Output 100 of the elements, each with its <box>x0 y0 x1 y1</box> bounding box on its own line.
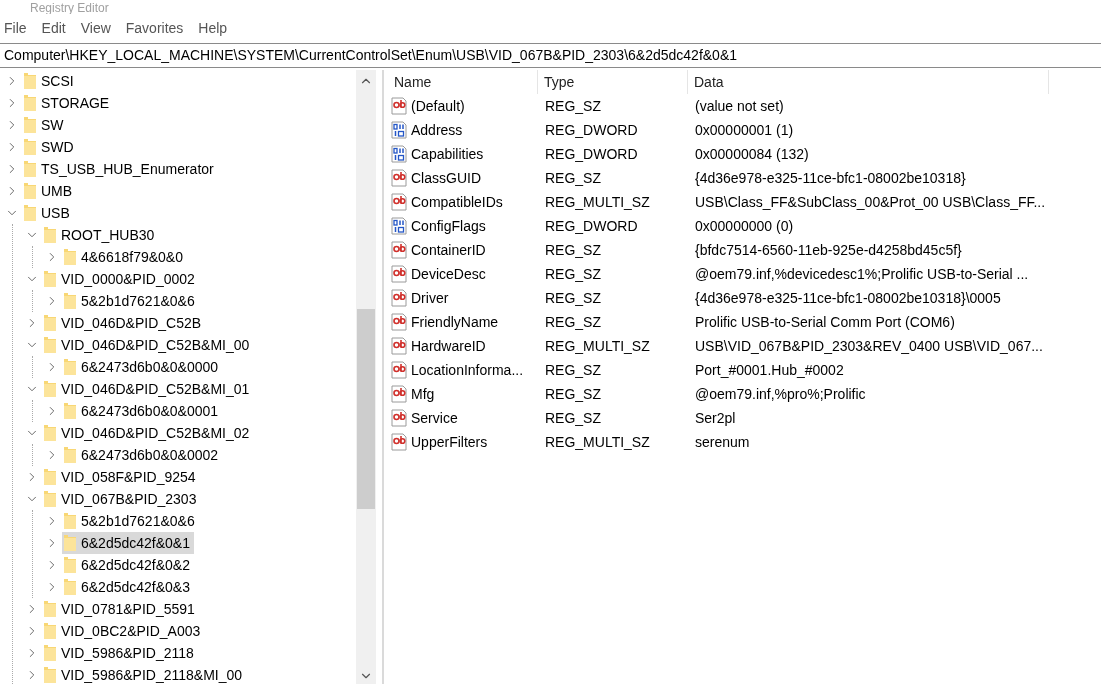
tree-item[interactable]: SCSI <box>22 70 78 92</box>
column-header[interactable]: Data <box>688 70 1049 94</box>
string-value-icon <box>390 361 408 379</box>
value-type: REG_SZ <box>544 168 602 188</box>
folder-icon <box>43 226 57 244</box>
menu-item[interactable]: File <box>4 18 27 39</box>
tree-item[interactable]: SWD <box>22 136 78 158</box>
value-data: {4d36e978-e325-11ce-bfc1-08002be10318} <box>694 168 966 188</box>
value-row[interactable]: CompatibleIDs REG_MULTI_SZ USB\Class_FF&SubClass_00&Prot_00 USB\Class_FF... <box>388 190 1101 214</box>
value-name: HardwareID <box>411 336 486 356</box>
address-bar[interactable]: Computer\HKEY_LOCAL_MACHINE\SYSTEM\CurrentControlSet\Enum\USB\VID_067B&PID_2303\6&2d5dc42f&0&1 <box>0 43 1101 68</box>
value-row[interactable]: UpperFilters REG_MULTI_SZ serenum <box>388 430 1101 454</box>
value-row[interactable]: Address REG_DWORD 0x00000001 (1) <box>388 118 1101 142</box>
tree-item[interactable]: VID_5986&PID_2118 <box>42 642 198 664</box>
menu-item[interactable]: View <box>80 18 111 39</box>
value-type: REG_SZ <box>544 288 602 308</box>
value-data: 0x00000001 (1) <box>694 120 794 140</box>
tree-item[interactable]: 6&2473d6b0&0&0002 <box>62 444 223 466</box>
folder-icon <box>43 468 57 486</box>
string-value-icon <box>390 337 408 355</box>
folder-icon <box>43 424 57 442</box>
binary-value-icon <box>390 145 408 163</box>
value-name: LocationInforma... <box>411 360 524 380</box>
tree-item[interactable]: VID_0000&PID_0002 <box>42 268 199 290</box>
value-row[interactable]: Capabilities REG_DWORD 0x00000084 (132) <box>388 142 1101 166</box>
value-type: REG_MULTI_SZ <box>544 432 651 452</box>
value-row[interactable]: HardwareID REG_MULTI_SZ USB\VID_067B&PID_2303&REV_0400 USB\VID_067... <box>388 334 1101 358</box>
folder-icon <box>43 380 57 398</box>
tree-item[interactable]: VID_067B&PID_2303 <box>42 488 201 510</box>
tree-item[interactable]: ROOT_HUB30 <box>42 224 159 246</box>
tree-item[interactable]: 6&2d5dc42f&0&2 <box>62 554 194 576</box>
value-name: DeviceDesc <box>411 264 486 284</box>
tree-item[interactable]: 5&2b1d7621&0&6 <box>62 510 199 532</box>
menu-item[interactable]: Help <box>198 18 228 39</box>
tree-item[interactable]: VID_046D&PID_C52B <box>42 312 206 334</box>
column-header[interactable]: Name <box>388 70 538 94</box>
value-row[interactable]: Driver REG_SZ {4d36e978-e325-11ce-bfc1-08002be10318}\0005 <box>388 286 1101 310</box>
folder-icon <box>63 578 77 596</box>
value-name: FriendlyName <box>411 312 499 332</box>
tree-item[interactable]: VID_046D&PID_C52B&MI_00 <box>42 334 254 356</box>
tree-item[interactable]: TS_USB_HUB_Enumerator <box>22 158 218 180</box>
folder-icon <box>63 446 77 464</box>
tree-item[interactable]: UMB <box>22 180 77 202</box>
value-row[interactable]: FriendlyName REG_SZ Prolific USB-to-Serial Comm Port (COM6) <box>388 310 1101 334</box>
value-row[interactable]: Service REG_SZ Ser2pl <box>388 406 1101 430</box>
string-value-icon <box>390 313 408 331</box>
scrollbar-thumb[interactable] <box>357 309 375 509</box>
value-row[interactable]: ClassGUID REG_SZ {4d36e978-e325-11ce-bfc1-08002be10318} <box>388 166 1101 190</box>
string-value-icon <box>390 433 408 451</box>
tree-item[interactable]: VID_0BC2&PID_A003 <box>42 620 205 642</box>
tree-item[interactable]: 6&2473d6b0&0&0000 <box>62 356 223 378</box>
folder-icon <box>23 160 37 178</box>
value-type: REG_DWORD <box>544 216 639 236</box>
folder-icon <box>23 138 37 156</box>
folder-icon <box>23 94 37 112</box>
tree-item[interactable]: VID_5986&PID_2118&MI_00 <box>42 664 247 684</box>
value-row[interactable]: DeviceDesc REG_SZ @oem79.inf,%devicedesc1%;Prolific USB-to-Serial ... <box>388 262 1101 286</box>
menu-item[interactable]: Favorites <box>125 18 184 39</box>
value-row[interactable]: ConfigFlags REG_DWORD 0x00000000 (0) <box>388 214 1101 238</box>
value-name: CompatibleIDs <box>411 192 503 212</box>
value-data: {bfdc7514-6560-11eb-925e-d4258bd45c5f} <box>694 240 962 260</box>
tree-item[interactable]: VID_046D&PID_C52B&MI_01 <box>42 378 254 400</box>
folder-icon <box>63 402 77 420</box>
folder-icon <box>63 358 77 376</box>
tree-item[interactable]: VID_046D&PID_C52B&MI_02 <box>42 422 254 444</box>
string-value-icon <box>390 289 408 307</box>
column-header[interactable]: Type <box>538 70 688 94</box>
value-type: REG_DWORD <box>544 144 639 164</box>
menu-item[interactable]: Edit <box>41 18 66 39</box>
value-type: REG_MULTI_SZ <box>544 192 651 212</box>
tree-item[interactable]: 6&2d5dc42f&0&3 <box>62 576 194 598</box>
folder-icon <box>23 72 37 90</box>
tree-item[interactable]: SW <box>22 114 68 136</box>
binary-value-icon <box>390 217 408 235</box>
value-type: REG_SZ <box>544 312 602 332</box>
tree-item[interactable]: STORAGE <box>22 92 114 114</box>
folder-icon <box>63 534 77 552</box>
tree-item[interactable]: VID_0781&PID_5591 <box>42 598 199 620</box>
value-row[interactable]: (Default) REG_SZ (value not set) <box>388 94 1101 118</box>
tree-item[interactable]: USB <box>22 202 74 224</box>
folder-icon <box>43 666 57 684</box>
scrollbar[interactable] <box>356 70 376 684</box>
value-type: REG_DWORD <box>544 120 639 140</box>
value-row[interactable]: Mfg REG_SZ @oem79.inf,%pro%;Prolific <box>388 382 1101 406</box>
tree-item[interactable]: 6&2473d6b0&0&0001 <box>62 400 223 422</box>
tree-item[interactable]: 5&2b1d7621&0&6 <box>62 290 199 312</box>
value-type: REG_SZ <box>544 96 602 116</box>
tree-item[interactable]: 4&6618f79&0&0 <box>62 246 187 268</box>
value-data: USB\VID_067B&PID_2303&REV_0400 USB\VID_067... <box>694 336 1043 356</box>
value-row[interactable]: LocationInforma... REG_SZ Port_#0001.Hub_#0002 <box>388 358 1101 382</box>
folder-icon <box>43 314 57 332</box>
value-data: USB\Class_FF&SubClass_00&Prot_00 USB\Class_FF... <box>694 192 1046 212</box>
folder-icon <box>23 204 37 222</box>
tree-item[interactable]: 6&2d5dc42f&0&1 <box>62 532 194 554</box>
value-name: ContainerID <box>411 240 486 260</box>
folder-icon <box>43 490 57 508</box>
tree-item[interactable]: VID_058F&PID_9254 <box>42 466 200 488</box>
folder-icon <box>43 644 57 662</box>
value-data: 0x00000000 (0) <box>694 216 794 236</box>
value-row[interactable]: ContainerID REG_SZ {bfdc7514-6560-11eb-925e-d4258bd45c5f} <box>388 238 1101 262</box>
